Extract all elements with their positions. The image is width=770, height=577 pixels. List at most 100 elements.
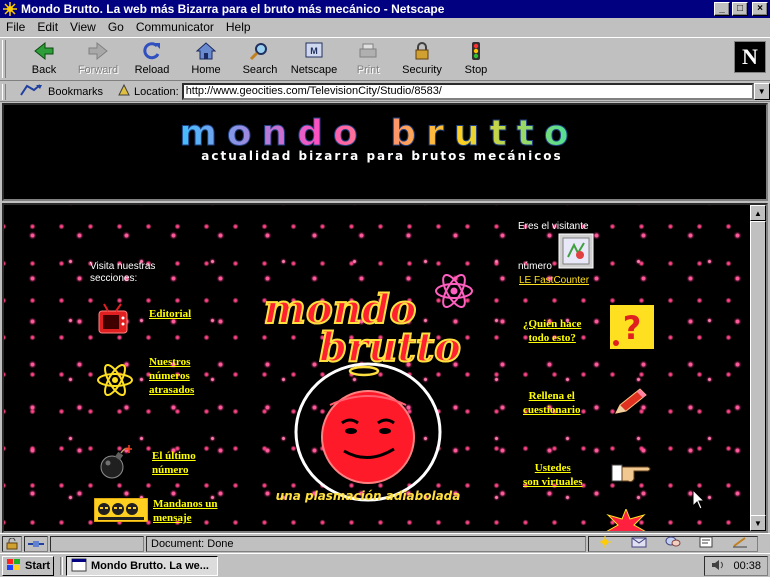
- forward-arrow-icon: [86, 40, 110, 62]
- pencil-icon[interactable]: [612, 387, 648, 420]
- edit-pen-icon[interactable]: [732, 536, 748, 551]
- stop-traffic-light-icon: [464, 40, 488, 62]
- navigator-icon[interactable]: [598, 536, 612, 551]
- banner-tagline: actualidad bizarra para brutos mecánicos: [201, 149, 562, 163]
- starburst-icon[interactable]: [604, 507, 648, 531]
- maximize-button[interactable]: □: [732, 2, 748, 16]
- system-tray: 00:38: [704, 556, 768, 576]
- task-netscape-window[interactable]: Mondo Brutto. La we...: [66, 556, 218, 576]
- location-label: Location:: [134, 85, 179, 98]
- url-input[interactable]: http://www.geocities.com/TelevisionCity/…: [181, 83, 754, 100]
- svg-text:M: M: [310, 46, 318, 56]
- component-bar: [588, 535, 758, 552]
- mail-icon[interactable]: [631, 536, 647, 551]
- netscape-button[interactable]: M Netscape: [286, 40, 342, 78]
- menu-bar: File Edit View Go Communicator Help: [0, 18, 770, 36]
- security-status-icon[interactable]: [2, 535, 22, 552]
- fastcounter-link[interactable]: LE FastCounter: [519, 274, 589, 288]
- menu-help[interactable]: Help: [220, 20, 257, 34]
- print-button[interactable]: Print: [340, 40, 396, 78]
- reload-button[interactable]: Reload: [124, 40, 180, 78]
- scroll-down-button[interactable]: ▼: [750, 515, 766, 531]
- content-frame: Visita nuestras secciones: Editorial Nue…: [2, 203, 768, 533]
- svg-text:?: ?: [623, 309, 642, 347]
- url-history-dropdown[interactable]: ▼: [753, 83, 770, 100]
- faces-icon[interactable]: [93, 497, 149, 525]
- arrow-up-icon: ▲: [754, 208, 762, 218]
- chevron-down-icon: ▼: [757, 87, 766, 96]
- arrow-down-icon: ▼: [754, 518, 762, 528]
- banner-frame: mondo brutto actualidad bizarra para bru…: [2, 103, 768, 201]
- visit-sections-label: Visita nuestras secciones:: [90, 261, 156, 284]
- menu-go[interactable]: Go: [102, 20, 130, 34]
- pointing-hand-icon[interactable]: [610, 457, 654, 490]
- clock: 00:38: [733, 560, 761, 572]
- vertical-scrollbar[interactable]: ▲ ▼: [750, 205, 766, 531]
- number-label: número: [518, 261, 552, 272]
- stop-button[interactable]: Stop: [448, 40, 504, 78]
- banner-logo-graphic: mondo brutto actualidad bizarra para bru…: [179, 113, 578, 164]
- search-icon: [248, 40, 272, 62]
- netscape-task-icon: [71, 558, 87, 575]
- progress-bar: [50, 535, 144, 552]
- browser-window: Mondo Brutto. La web más Bizarra para el…: [0, 0, 770, 553]
- counter-image-icon[interactable]: [558, 233, 594, 272]
- title-bar[interactable]: Mondo Brutto. La web más Bizarra para el…: [0, 0, 770, 18]
- menu-view[interactable]: View: [64, 20, 102, 34]
- netscape-logo[interactable]: N: [734, 41, 766, 73]
- bomb-icon[interactable]: [96, 443, 132, 484]
- home-button[interactable]: Home: [178, 40, 234, 78]
- search-button[interactable]: Search: [232, 40, 288, 78]
- window-title: Mondo Brutto. La web más Bizarra para el…: [21, 2, 445, 16]
- taskbar-separator: [60, 557, 63, 575]
- location-toolbar-grip[interactable]: [2, 84, 6, 100]
- navigation-toolbar: Back Forward Reload Home Search M Netsca…: [0, 37, 770, 81]
- composer-icon[interactable]: [699, 536, 713, 551]
- latest-issue-link[interactable]: El último número: [152, 449, 196, 477]
- scroll-thumb[interactable]: [750, 221, 766, 517]
- atom-icon[interactable]: [96, 361, 134, 402]
- bookmarks-button[interactable]: Bookmarks: [20, 83, 103, 100]
- status-text: Document: Done: [146, 535, 586, 552]
- logo-tagline: una plasmación adiabolada: [276, 489, 461, 503]
- bookmarks-icon: [20, 83, 44, 100]
- menu-file[interactable]: File: [0, 20, 31, 34]
- location-field-group: Location: http://www.geocities.com/Telev…: [117, 83, 770, 100]
- discussion-icon[interactable]: [665, 536, 681, 551]
- editorial-link[interactable]: Editorial: [149, 307, 191, 321]
- lock-icon: [410, 40, 434, 62]
- banner-logo-text: mondo brutto: [179, 113, 578, 154]
- home-icon: [194, 40, 218, 62]
- close-button[interactable]: ×: [752, 2, 768, 16]
- forward-button[interactable]: Forward: [70, 40, 126, 78]
- start-button[interactable]: Start: [2, 556, 54, 576]
- back-issues-link[interactable]: Nuestros números atrasados: [149, 355, 194, 397]
- who-makes-this-link[interactable]: ¿Quién hace todo esto?: [523, 317, 581, 345]
- menu-edit[interactable]: Edit: [31, 20, 64, 34]
- mouse-cursor-icon: [692, 488, 706, 514]
- netscape-icon: M: [302, 40, 326, 62]
- taskbar: Start Mondo Brutto. La we... 00:38: [0, 553, 770, 577]
- minimize-button[interactable]: _: [714, 2, 730, 16]
- virtual-users-link[interactable]: Ustedes son virtuales: [523, 461, 583, 489]
- location-toolbar: Bookmarks Location: http://www.geocities…: [0, 82, 770, 102]
- connection-status-icon: [24, 535, 48, 552]
- questionnaire-link[interactable]: Rellena el cuestionario: [523, 389, 580, 417]
- mondo-brutto-logo: mondo brutto una plasmación adiabolada: [263, 274, 473, 503]
- back-arrow-icon: [32, 40, 56, 62]
- tv-icon[interactable]: [96, 303, 130, 340]
- menu-communicator[interactable]: Communicator: [130, 20, 220, 34]
- toolbar-grip[interactable]: [2, 40, 6, 78]
- visitor-label: Eres el visitante: [518, 221, 589, 232]
- logo-word-brutto: brutto: [319, 324, 461, 371]
- page-proxy-icon[interactable]: [117, 83, 131, 100]
- send-message-link[interactable]: Mandanos un mensaje: [153, 497, 218, 525]
- question-icon[interactable]: ?: [610, 305, 654, 352]
- scroll-up-button[interactable]: ▲: [750, 205, 766, 221]
- volume-icon[interactable]: [711, 559, 725, 574]
- netscape-window-icon: [2, 2, 18, 16]
- status-bar: Document: Done: [0, 533, 770, 553]
- windows-logo-icon: [6, 558, 22, 575]
- security-button[interactable]: Security: [394, 40, 450, 78]
- back-button[interactable]: Back: [16, 40, 72, 78]
